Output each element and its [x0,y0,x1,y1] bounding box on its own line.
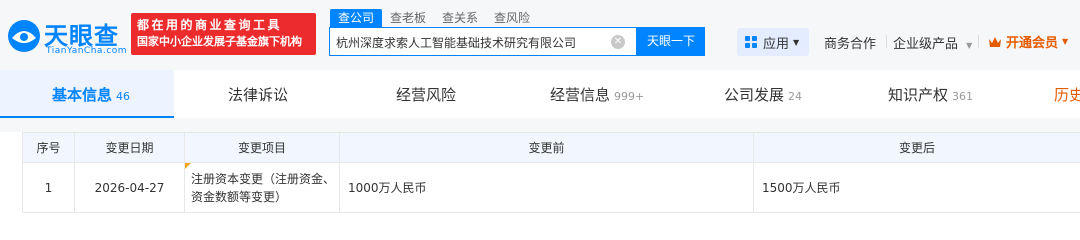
section-tabs: 基本信息 46 法律诉讼 经营风险 经营信息 999+ 公司发展 24 知识产权 361… [0,70,1080,118]
logo[interactable]: 天眼查 TianYanCha.com [6,12,128,58]
search-type-tabs: 查公司 查老板 查关系 查风险 [330,9,538,27]
tab-business-risk[interactable]: 经营风险 [396,84,456,105]
change-records-table: 序号 变更日期 变更项目 变更前 变更后 1 2026-04-27 注册资本变更… [22,132,1080,213]
tab-basic-info[interactable]: 基本信息 46 [52,84,130,105]
search-tab-relation[interactable]: 查关系 [434,9,486,27]
apps-label: 应用 [763,36,790,52]
cell-change-item: 注册资本变更（注册资金、资金数额等变更） [184,162,340,213]
clear-icon[interactable]: ✕ [611,35,625,49]
header-change-item: 变更项目 [184,132,340,163]
tab-label: 历史 [1054,86,1080,104]
logo-eye-icon [8,20,40,52]
slogan-line-1: 都在用的商业查询工具 [137,18,283,32]
tab-count: 999+ [614,90,645,103]
search-tab-company[interactable]: 查公司 [330,9,383,27]
nav-divider [978,35,979,48]
tab-company-development[interactable]: 公司发展 24 [724,84,802,105]
chevron-down-icon: ▼ [966,41,973,50]
cell-before: 1000万人民币 [339,162,754,213]
table-header-row: 序号 变更日期 变更项目 变更前 变更后 [22,132,1080,163]
nav-enterprise-products[interactable]: 企业级产品 ▼ [893,33,972,52]
search-button[interactable]: 天眼一下 [637,27,705,56]
tab-business-info[interactable]: 经营信息 999+ [550,84,644,105]
tab-count: 24 [788,90,803,103]
cell-change-date: 2026-04-27 [74,162,185,213]
search-tab-risk[interactable]: 查风险 [486,9,538,27]
tab-label: 基本信息 [52,86,113,104]
tab-label: 经营风险 [396,86,457,104]
apps-grid-icon [745,36,757,48]
tab-label: 公司发展 [724,86,785,104]
cell-after: 1500万人民币 [753,162,1080,213]
tab-legal[interactable]: 法律诉讼 [228,84,288,105]
nav-divider [886,35,887,48]
search-box: ✕ [329,27,637,56]
tab-intellectual-property[interactable]: 知识产权 361 [888,84,973,105]
search-input[interactable] [336,33,606,51]
new-marker-icon [185,163,191,169]
vip-label: 开通会员 [1006,36,1059,51]
tab-label: 知识产权 [888,86,949,104]
chevron-down-icon: ▼ [793,37,800,47]
logo-domain: TianYanCha.com [46,46,128,56]
top-bar: 天眼查 TianYanCha.com 都在用的商业查询工具 国家中小企业发展子基… [0,0,1080,70]
header-seq: 序号 [22,132,75,163]
tab-label: 法律诉讼 [228,86,289,104]
nav-business-cooperation[interactable]: 商务合作 [824,33,876,52]
chevron-down-icon: ▼ [1062,37,1069,46]
divider-strip [0,118,1080,132]
header-before: 变更前 [339,132,754,163]
table-row: 1 2026-04-27 注册资本变更（注册资金、资金数额等变更） 1000万人… [22,162,1080,213]
change-item-text: 注册资本变更（注册资金、资金数额等变更） [191,171,336,204]
slogan-line-2: 国家中小企业发展子基金旗下机构 [137,35,302,48]
search-tab-boss[interactable]: 查老板 [382,9,434,27]
crown-icon [989,36,1001,47]
apps-menu-button[interactable]: 应用 ▼ [737,28,809,56]
header-change-date: 变更日期 [74,132,185,163]
nav-enterprise-products-label: 企业级产品 [893,37,959,52]
tab-count: 46 [116,90,131,103]
tab-label: 经营信息 [550,86,611,104]
header-after: 变更后 [753,132,1080,163]
tab-count: 361 [952,90,974,103]
tab-history[interactable]: 历史 [1054,84,1080,105]
vip-button[interactable]: 开通会员 ▼ [988,32,1068,51]
slogan-banner: 都在用的商业查询工具 国家中小企业发展子基金旗下机构 [131,13,316,55]
cell-seq: 1 [22,162,75,213]
